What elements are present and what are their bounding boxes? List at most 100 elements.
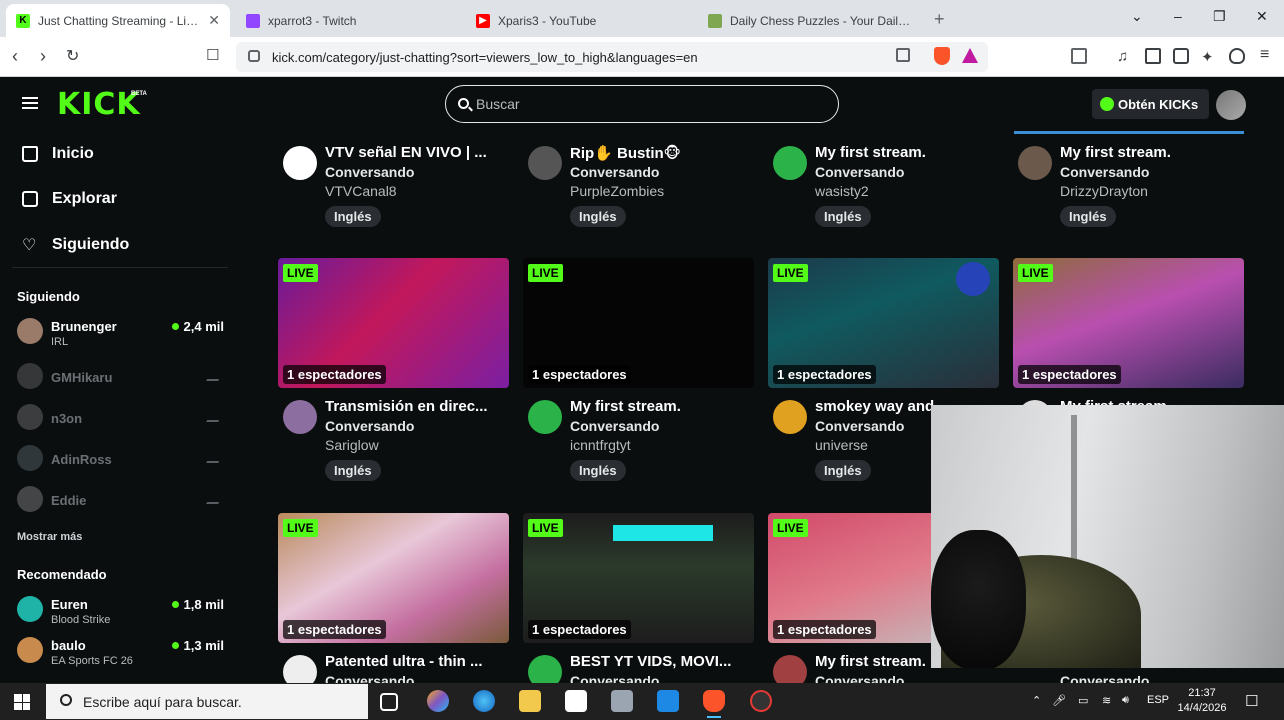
volume-icon[interactable]: 🔊︎ xyxy=(1122,694,1129,707)
avatar[interactable] xyxy=(283,655,317,683)
leo-ai-icon[interactable]: ✦ xyxy=(1201,48,1217,66)
avatar[interactable] xyxy=(528,146,562,180)
stream-category[interactable]: Conversando xyxy=(815,418,904,434)
stream-title[interactable]: VTV señal EN VIVO | ... xyxy=(325,144,505,161)
language-tag[interactable]: Inglés xyxy=(1060,206,1116,227)
minimize-button[interactable]: – xyxy=(1174,8,1182,24)
stream-title[interactable]: Patented ultra - thin ... xyxy=(325,653,505,670)
outlook-icon[interactable] xyxy=(657,690,679,712)
language-tag[interactable]: Inglés xyxy=(815,206,871,227)
microsoft-store-icon[interactable] xyxy=(565,690,587,712)
avatar[interactable] xyxy=(1018,146,1052,180)
stream-thumbnail[interactable]: LIVE 1 espectadores xyxy=(278,513,509,643)
back-arrow-icon[interactable]: ‹ xyxy=(12,46,18,67)
network-app-icon[interactable] xyxy=(611,690,633,712)
new-tab-button[interactable]: + xyxy=(934,9,945,30)
file-explorer-icon[interactable] xyxy=(519,690,541,712)
hamburger-menu-icon[interactable] xyxy=(22,97,38,109)
stream-card[interactable]: Transmisión en direc... Conversando Sari… xyxy=(278,398,509,488)
stream-thumbnail[interactable]: LIVE 1 espectadores xyxy=(278,258,509,388)
streamer-name[interactable]: PurpleZombies xyxy=(570,183,664,199)
tab-kick[interactable]: K Just Chatting Streaming - Live St ✕ xyxy=(6,4,230,37)
music-note-icon[interactable]: ♫ xyxy=(1117,48,1133,65)
stream-card[interactable]: Patented ultra - thin ... Conversando xyxy=(278,653,509,683)
edge-icon[interactable] xyxy=(473,690,495,712)
sidebar-toggle-icon[interactable] xyxy=(1145,48,1161,64)
stream-category[interactable]: Conversando xyxy=(325,164,414,180)
wallet-icon[interactable] xyxy=(1173,48,1189,64)
stream-title[interactable]: Transmisión en direc... xyxy=(325,398,505,415)
reload-icon[interactable]: ↻ xyxy=(66,46,79,66)
stream-category[interactable]: Conversando xyxy=(325,673,414,683)
microphone-icon[interactable]: 🎤︎ xyxy=(1052,694,1066,707)
nav-explorar[interactable]: Explorar xyxy=(22,190,117,208)
stream-category[interactable]: Conversando xyxy=(570,164,659,180)
stream-card[interactable]: VTV señal EN VIVO | ... Conversando VTVC… xyxy=(278,144,509,234)
stream-thumbnail[interactable]: LIVE 1 espectadores xyxy=(768,258,999,388)
stream-category[interactable]: Conversando xyxy=(325,418,414,434)
stream-thumbnail[interactable]: LIVE 1 espectadores xyxy=(523,513,754,643)
stream-card[interactable]: My first stream. Conversando wasisty2 In… xyxy=(768,144,999,234)
streamer-name[interactable]: VTVCanal8 xyxy=(325,183,397,199)
stream-title[interactable]: My first stream. xyxy=(815,144,995,161)
avatar[interactable] xyxy=(528,400,562,434)
streamer-name[interactable]: DrizzyDrayton xyxy=(1060,183,1148,199)
streamer-name[interactable]: universe xyxy=(815,437,868,453)
kick-logo[interactable]: KICK xyxy=(57,87,141,122)
task-view-icon[interactable] xyxy=(380,693,398,711)
language-tag[interactable]: Inglés xyxy=(325,206,381,227)
menu-icon[interactable]: ≡ xyxy=(1260,47,1276,64)
reader-mode-icon[interactable] xyxy=(1071,48,1087,64)
brave-browser-icon[interactable] xyxy=(703,690,725,718)
language-tag[interactable]: Inglés xyxy=(570,206,626,227)
sidebar-channel-gmhikaru[interactable]: GMHikaru xyxy=(17,363,227,393)
nav-siguiendo[interactable]: ♡ Siguiendo xyxy=(22,235,129,255)
avatar[interactable] xyxy=(773,146,807,180)
stream-category[interactable]: Conversando xyxy=(815,673,904,683)
close-window-button[interactable]: ✕ xyxy=(1256,8,1268,25)
stream-title[interactable]: Rip✋ Bustin🐵 xyxy=(570,144,750,162)
stream-thumbnail[interactable]: LIVE 1 espectadores xyxy=(523,258,754,388)
avatar[interactable] xyxy=(283,146,317,180)
vpn-shield-icon[interactable] xyxy=(1229,48,1245,64)
obs-icon[interactable] xyxy=(750,690,772,712)
avatar[interactable] xyxy=(773,400,807,434)
copilot-icon[interactable] xyxy=(427,690,449,712)
streamer-name[interactable]: icnntfrgtyt xyxy=(570,437,631,453)
close-tab-icon[interactable]: ✕ xyxy=(208,12,220,29)
address-bar[interactable]: kick.com/category/just-chatting?sort=vie… xyxy=(236,42,988,72)
stream-category[interactable]: Conversando xyxy=(570,673,659,683)
stream-card[interactable]: BEST YT VIDS, MOVI... Conversando xyxy=(523,653,754,683)
tab-chess[interactable]: Daily Chess Puzzles - Your Daily Ches xyxy=(698,4,922,37)
sidebar-channel-euren[interactable]: Euren Blood Strike 1,8 mil xyxy=(17,596,227,626)
tab-search-chevron-icon[interactable]: ⌄ xyxy=(1131,8,1143,25)
brave-shields-icon[interactable] xyxy=(934,47,950,65)
language-tag[interactable]: Inglés xyxy=(815,460,871,481)
restore-button[interactable]: ❐ xyxy=(1213,8,1226,25)
stream-title[interactable]: My first stream. xyxy=(570,398,750,415)
windows-start-icon[interactable] xyxy=(14,694,30,710)
site-info-icon[interactable] xyxy=(248,50,260,62)
forward-arrow-icon[interactable]: › xyxy=(40,46,46,67)
search-input[interactable]: Buscar xyxy=(445,85,839,123)
bookmark-icon[interactable]: ☐ xyxy=(206,46,219,64)
nav-inicio[interactable]: Inicio xyxy=(22,145,94,163)
wifi-icon[interactable]: ≋ xyxy=(1102,694,1111,707)
clock[interactable]: 21:37 14/4/2026 xyxy=(1172,686,1232,716)
stream-card[interactable]: My first stream. Conversando DrizzyDrayt… xyxy=(1013,144,1244,234)
stream-category[interactable]: Conversando xyxy=(570,418,659,434)
user-avatar[interactable] xyxy=(1216,90,1246,120)
tab-youtube[interactable]: ▶ Xparis3 - YouTube xyxy=(466,4,690,37)
sidebar-channel-brunenger[interactable]: Brunenger IRL 2,4 mil xyxy=(17,318,227,348)
share-icon[interactable] xyxy=(896,48,910,62)
sidebar-channel-adinross[interactable]: AdinRoss xyxy=(17,445,227,475)
stream-category[interactable]: Conversando xyxy=(1060,673,1149,683)
tab-twitch[interactable]: xparrot3 - Twitch xyxy=(236,4,460,37)
language-tag[interactable]: Inglés xyxy=(570,460,626,481)
taskbar-search-input[interactable]: Escribe aquí para buscar. xyxy=(46,684,368,719)
avatar[interactable] xyxy=(283,400,317,434)
sidebar-channel-n3on[interactable]: n3on xyxy=(17,404,227,434)
stream-category[interactable]: Conversando xyxy=(1060,164,1149,180)
stream-card[interactable]: My first stream. Conversando icnntfrgtyt… xyxy=(523,398,754,488)
stream-title[interactable]: BEST YT VIDS, MOVI... xyxy=(570,653,750,670)
